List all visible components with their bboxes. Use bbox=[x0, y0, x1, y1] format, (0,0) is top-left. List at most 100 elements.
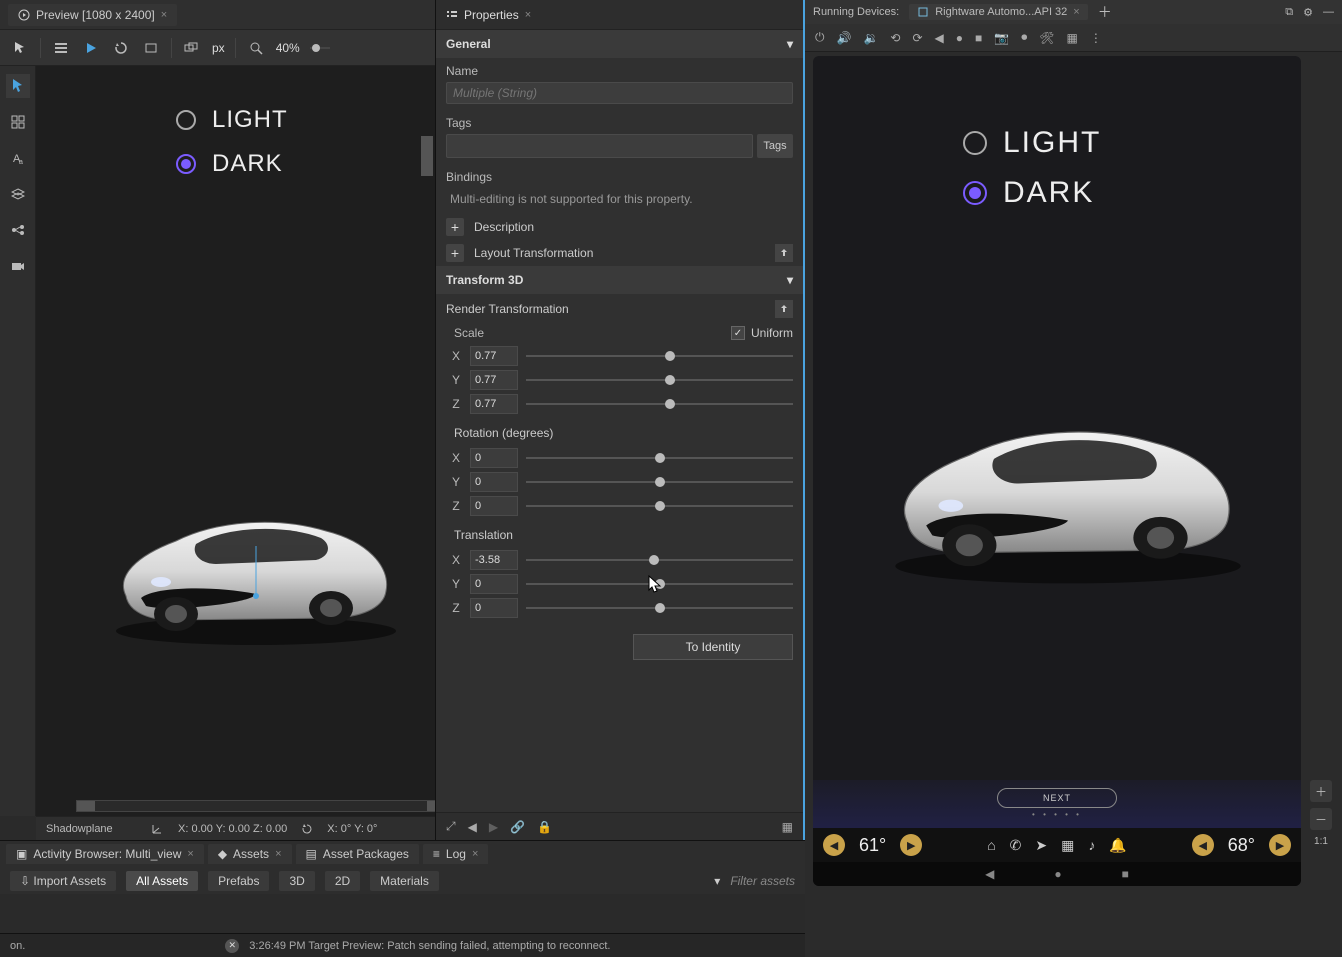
trans-y-slider[interactable] bbox=[526, 576, 793, 592]
car-model[interactable] bbox=[106, 486, 406, 646]
lock-icon[interactable]: 🔒 bbox=[537, 820, 552, 834]
zoom-icon[interactable] bbox=[246, 38, 266, 58]
close-icon[interactable]: × bbox=[1073, 6, 1079, 18]
prev-icon[interactable]: ◀ bbox=[468, 820, 477, 834]
home-icon[interactable]: ⌂ bbox=[987, 837, 995, 853]
more-icon[interactable]: ▦ bbox=[1066, 31, 1077, 45]
settings-icon[interactable]: 🛠 bbox=[1039, 31, 1054, 45]
trans-z-input[interactable] bbox=[470, 598, 518, 618]
android-home-icon[interactable]: ● bbox=[1054, 867, 1061, 881]
window-icon[interactable]: ⧉ bbox=[1285, 6, 1293, 19]
rot-z-slider[interactable] bbox=[526, 498, 793, 514]
theme-light-option[interactable]: LIGHT bbox=[176, 106, 288, 134]
scale-y-input[interactable] bbox=[470, 370, 518, 390]
error-icon[interactable]: ✕ bbox=[225, 939, 239, 953]
frame-icon[interactable] bbox=[141, 38, 161, 58]
viewport-hscroll[interactable] bbox=[76, 800, 435, 812]
list-icon[interactable] bbox=[51, 38, 71, 58]
rotate-right-icon[interactable]: ⟳ bbox=[912, 31, 922, 45]
rot-y-input[interactable] bbox=[470, 472, 518, 492]
upload-icon[interactable] bbox=[775, 300, 793, 318]
scale-z-input[interactable] bbox=[470, 394, 518, 414]
scale-z-slider[interactable] bbox=[526, 396, 793, 412]
close-icon[interactable]: × bbox=[187, 848, 193, 860]
tab-asset-packages[interactable]: ▤Asset Packages bbox=[296, 844, 419, 864]
filter-prefabs[interactable]: Prefabs bbox=[208, 871, 269, 891]
name-input[interactable] bbox=[446, 82, 793, 104]
expand-icon[interactable]: ⤢ bbox=[446, 819, 456, 834]
trans-y-input[interactable] bbox=[470, 574, 518, 594]
grid-tool-icon[interactable] bbox=[6, 110, 30, 134]
rot-x-input[interactable] bbox=[470, 448, 518, 468]
node-tool-icon[interactable] bbox=[6, 218, 30, 242]
camera-tool-icon[interactable] bbox=[6, 254, 30, 278]
zoom-out-button[interactable]: － bbox=[1310, 808, 1332, 830]
device-tab[interactable]: Rightware Automo...API 32 × bbox=[909, 4, 1088, 20]
cursor-tool-icon[interactable] bbox=[10, 38, 30, 58]
axes-icon[interactable] bbox=[150, 822, 164, 836]
tags-button[interactable]: Tags bbox=[757, 134, 793, 158]
properties-tab[interactable]: Properties × bbox=[436, 0, 803, 30]
trans-x-slider[interactable] bbox=[526, 552, 793, 568]
record-icon[interactable]: ⏺ bbox=[1021, 30, 1027, 45]
select-tool-icon[interactable] bbox=[6, 74, 30, 98]
power-icon[interactable]: ⏻ bbox=[815, 30, 825, 45]
screenshot-icon[interactable]: 📷 bbox=[994, 31, 1009, 45]
preview-tab[interactable]: Preview [1080 x 2400] × bbox=[8, 4, 177, 26]
tags-input[interactable] bbox=[446, 134, 753, 158]
rot-x-slider[interactable] bbox=[526, 450, 793, 466]
device-theme-dark-option[interactable]: DARK bbox=[963, 176, 1101, 210]
volume-up-icon[interactable]: 🔊 bbox=[837, 31, 852, 45]
rot-y-slider[interactable] bbox=[526, 474, 793, 490]
add-description-button[interactable]: + bbox=[446, 218, 464, 236]
upload-icon[interactable] bbox=[775, 244, 793, 262]
overflow-icon[interactable]: ⋮ bbox=[1090, 31, 1102, 45]
nav-icon[interactable]: ➤ bbox=[1035, 837, 1047, 854]
next-icon[interactable]: ▶ bbox=[489, 820, 498, 834]
temp-up-button[interactable]: ▶ bbox=[900, 834, 922, 856]
close-icon[interactable]: × bbox=[472, 848, 478, 860]
filter-all-assets[interactable]: All Assets bbox=[126, 871, 198, 891]
add-layout-transform-button[interactable]: + bbox=[446, 244, 464, 262]
filter-materials[interactable]: Materials bbox=[370, 871, 439, 891]
temp2-up-button[interactable]: ▶ bbox=[1269, 834, 1291, 856]
rotate-left-icon[interactable]: ⟲ bbox=[890, 31, 900, 45]
rot-z-input[interactable] bbox=[470, 496, 518, 516]
zoom-slider-knob-icon[interactable] bbox=[310, 38, 330, 58]
next-button[interactable]: NEXT bbox=[997, 788, 1117, 808]
overview-nav-icon[interactable]: ■ bbox=[975, 31, 982, 45]
music-icon[interactable]: ♪ bbox=[1088, 837, 1095, 853]
theme-dark-option[interactable]: DARK bbox=[176, 150, 288, 178]
android-overview-icon[interactable]: ■ bbox=[1122, 867, 1129, 881]
uniform-toggle[interactable]: Uniform bbox=[731, 326, 793, 340]
close-icon[interactable]: × bbox=[275, 848, 281, 860]
close-icon[interactable]: × bbox=[161, 9, 167, 21]
play-icon[interactable] bbox=[81, 38, 101, 58]
scale-x-slider[interactable] bbox=[526, 348, 793, 364]
filter-3d[interactable]: 3D bbox=[279, 871, 314, 891]
home-nav-icon[interactable]: ● bbox=[956, 31, 963, 45]
device-theme-light-option[interactable]: LIGHT bbox=[963, 126, 1101, 160]
import-assets-button[interactable]: ⇩ Import Assets bbox=[10, 871, 116, 891]
rotate-icon[interactable] bbox=[301, 823, 313, 835]
text-tool-icon[interactable]: Aa bbox=[6, 146, 30, 170]
phone-icon[interactable]: ✆ bbox=[1010, 837, 1022, 854]
add-panel-icon[interactable]: ▦ bbox=[782, 820, 793, 834]
tab-assets[interactable]: ◆Assets× bbox=[208, 844, 292, 864]
scale-y-slider[interactable] bbox=[526, 372, 793, 388]
to-identity-button[interactable]: To Identity bbox=[633, 634, 793, 660]
temp-down-button[interactable]: ◀ bbox=[823, 834, 845, 856]
device-screen[interactable]: LIGHT DARK NEXT • • • • • bbox=[813, 56, 1301, 886]
bell-icon[interactable]: 🔔 bbox=[1109, 837, 1126, 854]
general-section-header[interactable]: General ▾ bbox=[436, 30, 803, 58]
filter-2d[interactable]: 2D bbox=[325, 871, 360, 891]
temp2-down-button[interactable]: ◀ bbox=[1192, 834, 1214, 856]
tab-log[interactable]: ≡Log× bbox=[423, 844, 488, 864]
android-back-icon[interactable]: ◀ bbox=[985, 867, 994, 881]
layers-tool-icon[interactable] bbox=[6, 182, 30, 206]
zoom-in-button[interactable]: ＋ bbox=[1310, 780, 1332, 802]
add-tab-icon[interactable]: ＋ bbox=[1098, 2, 1112, 22]
viewport-vscroll[interactable] bbox=[421, 136, 433, 176]
layers-icon[interactable] bbox=[182, 38, 202, 58]
filter-assets-input[interactable]: Filter assets bbox=[730, 874, 795, 888]
